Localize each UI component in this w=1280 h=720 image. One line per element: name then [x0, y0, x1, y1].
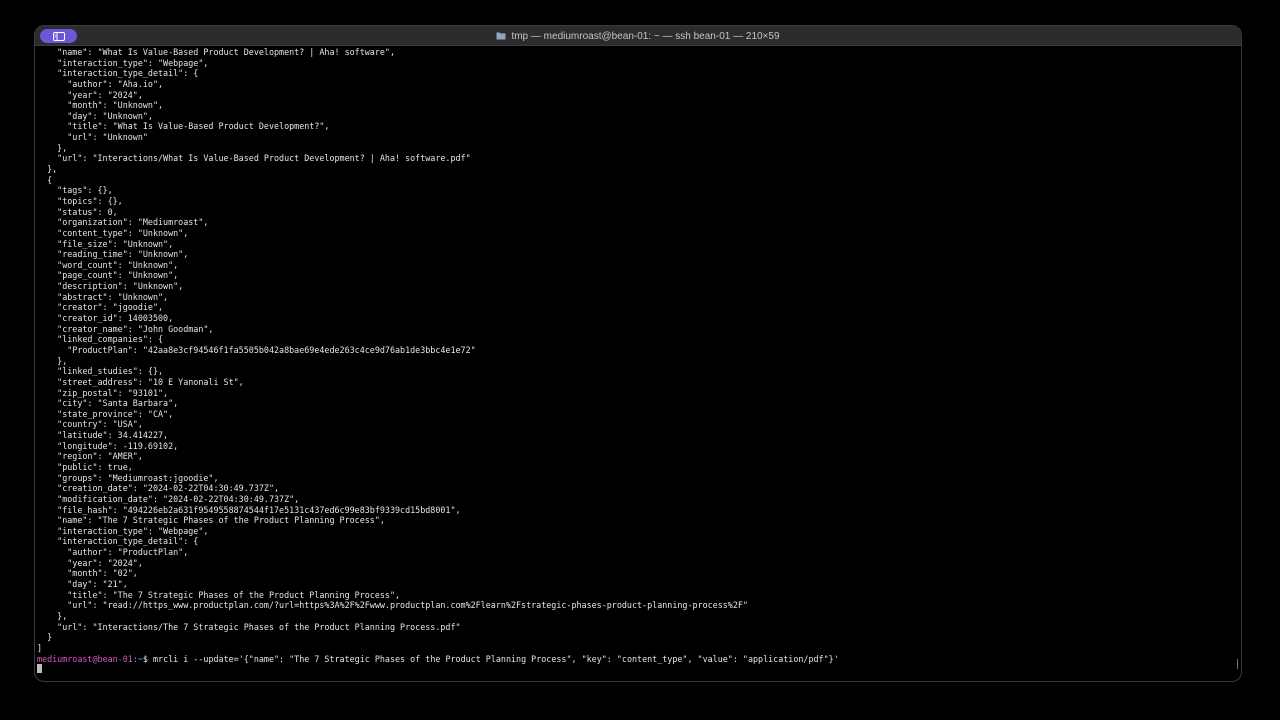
- terminal-line: "interaction_type_detail": {: [37, 536, 199, 547]
- scroll-position-marker: [1237, 659, 1238, 669]
- title-bar: tmp — mediumroast@bean-01: ~ — ssh bean-…: [35, 26, 1241, 46]
- terminal-line: "url": "Interactions/The 7 Strategic Pha…: [37, 621, 461, 632]
- terminal-window: tmp — mediumroast@bean-01: ~ — ssh bean-…: [34, 25, 1242, 682]
- terminal-line: "month": "02",: [37, 568, 138, 579]
- terminal-line: "topics": {},: [37, 195, 123, 206]
- terminal-line: "creator_id": 14003500,: [37, 313, 174, 324]
- terminal-line: "status": 0,: [37, 206, 118, 217]
- terminal-line: "longitude": -119.69102,: [37, 440, 179, 451]
- terminal-line: "name": "The 7 Strategic Phases of the P…: [37, 515, 385, 526]
- terminal-line: "groups": "Mediumroast:jgoodie",: [37, 472, 219, 483]
- prompt-path: :~: [132, 653, 143, 664]
- terminal-line: "creator": "jgoodie",: [37, 302, 164, 313]
- terminal-line: "reading_time": "Unknown",: [37, 249, 189, 260]
- terminal-line: "ProductPlan": "42aa8e3cf94546f1fa5505b0…: [37, 344, 476, 355]
- input-line[interactable]: [37, 664, 1233, 675]
- terminal-line: "page_count": "Unknown",: [37, 270, 179, 281]
- terminal-line: }: [37, 632, 53, 643]
- terminal-line: },: [37, 164, 58, 175]
- terminal-line: "abstract": "Unknown",: [37, 291, 169, 302]
- terminal-line: "description": "Unknown",: [37, 281, 184, 292]
- terminal-line: },: [37, 610, 68, 621]
- terminal-line: "modification_date": "2024-02-22T04:30:4…: [37, 493, 300, 504]
- terminal-line: "creator_name": "John Goodman",: [37, 323, 214, 334]
- terminal-line: "street_address": "10 E Yanonali St",: [37, 376, 244, 387]
- terminal-line: },: [37, 142, 68, 153]
- prompt-line: mediumroast@bean-01:~$ mrcli i --update=…: [37, 654, 1233, 665]
- terminal-line: "content_type": "Unknown",: [37, 227, 189, 238]
- terminal-line: "title": "What Is Value-Based Product De…: [37, 121, 330, 132]
- terminal-line: "tags": {},: [37, 185, 113, 196]
- terminal-line: "state_province": "CA",: [37, 408, 174, 419]
- terminal-line: "zip_postal": "93101",: [37, 387, 169, 398]
- terminal-line: {: [37, 174, 53, 185]
- terminal-line: "interaction_type": "Webpage",: [37, 57, 209, 68]
- terminal-line: "latitude": 34.414227,: [37, 430, 169, 441]
- terminal-line: "day": "Unknown",: [37, 110, 153, 121]
- terminal-line: "public": true,: [37, 461, 133, 472]
- terminal-line: "day": "21",: [37, 579, 128, 590]
- terminal-line: "linked_studies": {},: [37, 366, 164, 377]
- terminal-line: },: [37, 355, 68, 366]
- window-title-text: tmp — mediumroast@bean-01: ~ — ssh bean-…: [511, 30, 780, 42]
- folder-icon: [496, 32, 506, 40]
- prompt-user: mediumroast@bean-01: [37, 653, 133, 664]
- terminal-line: "city": "Santa Barbara",: [37, 398, 179, 409]
- terminal-line: "url": "read://https_www.productplan.com…: [37, 600, 748, 611]
- terminal-line: ]: [37, 642, 43, 653]
- terminal-line: "creation_date": "2024-02-22T04:30:49.73…: [37, 483, 280, 494]
- command-text[interactable]: mrcli i --update='{"name": "The 7 Strate…: [148, 654, 839, 664]
- terminal-line: "author": "ProductPlan",: [37, 547, 189, 558]
- terminal-line: "file_size": "Unknown",: [37, 238, 174, 249]
- terminal-line: "url": "Unknown": [37, 132, 148, 143]
- terminal-line: "interaction_type": "Webpage",: [37, 525, 209, 536]
- terminal-line: "year": "2024",: [37, 557, 143, 568]
- terminal-line: "region": "AMER",: [37, 451, 143, 462]
- terminal-line: "url": "Interactions/What Is Value-Based…: [37, 153, 471, 164]
- terminal-line: "month": "Unknown",: [37, 100, 164, 111]
- window-title: tmp — mediumroast@bean-01: ~ — ssh bean-…: [35, 26, 1241, 46]
- terminal-line: "word_count": "Unknown",: [37, 259, 179, 270]
- terminal-line: "file_hash": "494226eb2a631f954955887454…: [37, 504, 461, 515]
- terminal-line: "linked_companies": {: [37, 334, 164, 345]
- terminal-line: "country": "USA",: [37, 419, 143, 430]
- text-cursor: [37, 664, 42, 674]
- terminal-line: "year": "2024",: [37, 89, 143, 100]
- terminal-output[interactable]: "name": "What Is Value-Based Product Dev…: [37, 47, 1233, 677]
- terminal-line: "organization": "Mediumroast",: [37, 217, 209, 228]
- terminal-line: "title": "The 7 Strategic Phases of the …: [37, 589, 401, 600]
- terminal-line: "interaction_type_detail": {: [37, 68, 199, 79]
- terminal-line: "author": "Aha.io",: [37, 78, 164, 89]
- terminal-line: "name": "What Is Value-Based Product Dev…: [37, 47, 395, 57]
